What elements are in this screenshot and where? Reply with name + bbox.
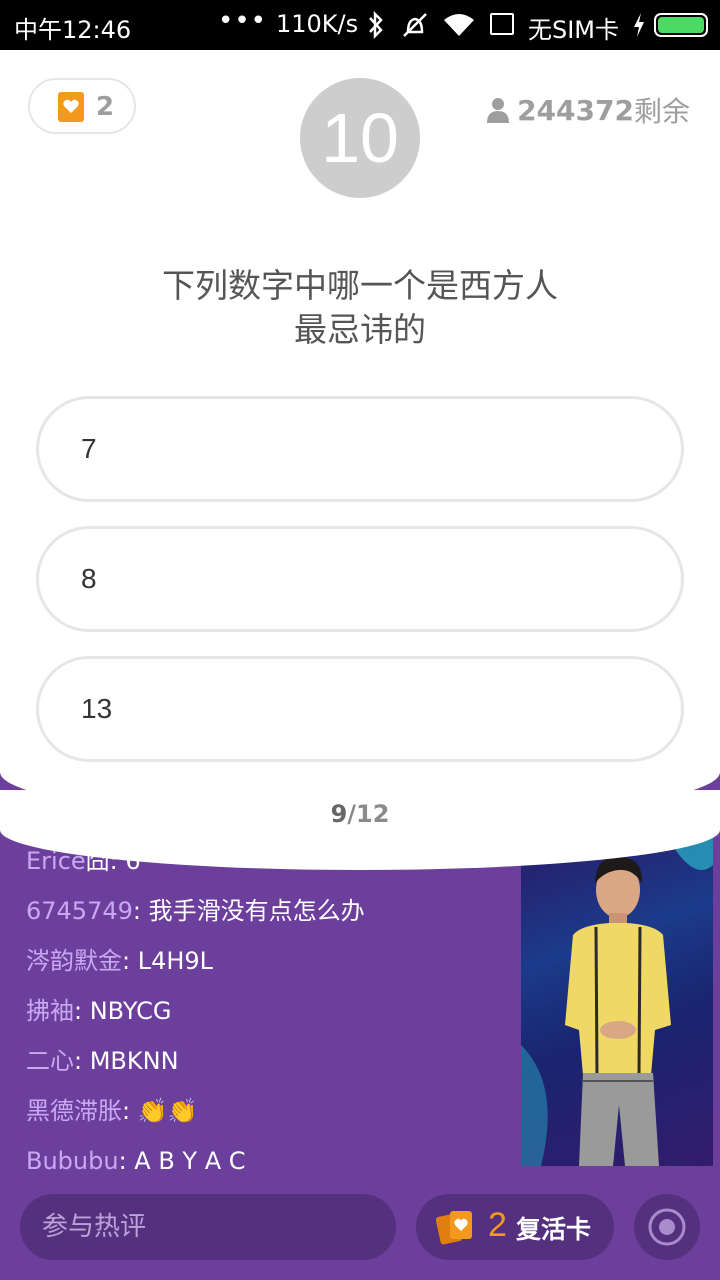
remaining-count: 244372 [517, 93, 634, 127]
bluetooth-icon [369, 10, 383, 40]
question-line-1: 下列数字中哪一个是西方人 [162, 266, 558, 305]
chat-feed: Erice囧: 6 6745749: 我手滑没有点怎么办 涔韵默金: L4H9L 拂袖… [26, 836, 506, 1186]
revive-label: 复活卡 [516, 1215, 592, 1244]
quiz-card: 2 10 244372 剩余 下列数字中哪一个是西方人 最忌讳的 7 8 13 [0, 50, 720, 820]
sim-icon [490, 13, 514, 35]
chat-username[interactable]: Bububu [26, 1147, 119, 1175]
question-progress: 9/12 [0, 800, 720, 828]
record-icon [648, 1208, 686, 1246]
countdown-timer: 10 [300, 78, 420, 198]
answer-option-3[interactable]: 13 [36, 656, 684, 762]
answer-option-2[interactable]: 8 [36, 526, 684, 632]
chat-text: : A B Y A C [118, 1147, 246, 1175]
chat-text: : 👏👏 [122, 1097, 198, 1125]
record-button[interactable] [634, 1194, 700, 1260]
remaining-players: 244372 剩余 [487, 90, 690, 130]
vibrate-mute-icon [403, 13, 427, 37]
question-text: 下列数字中哪一个是西方人 最忌讳的 [120, 264, 600, 352]
chat-message: 黑德滞胀: 👏👏 [26, 1086, 506, 1136]
host-figure [521, 825, 713, 1166]
chat-username[interactable]: 6745749 [26, 897, 133, 925]
chat-username[interactable]: 涔韵默金 [26, 947, 122, 975]
chat-message: 二心: MBKNN [26, 1036, 506, 1086]
battery-icon [654, 13, 708, 37]
chat-text: : L4H9L [122, 947, 214, 975]
revive-count: 2 [488, 1206, 507, 1244]
chat-text: : MBKNN [74, 1047, 179, 1075]
chat-username[interactable]: 黑德滞胀 [26, 1097, 122, 1125]
progress-total: /12 [347, 800, 390, 828]
revive-cards-icon [436, 1211, 472, 1245]
chat-message: 6745749: 我手滑没有点怎么办 [26, 886, 506, 936]
status-more-dots: ••• [218, 6, 268, 36]
revive-card-icon [58, 92, 84, 122]
chat-message: 涔韵默金: L4H9L [26, 936, 506, 986]
status-network-speed: 110K/s [276, 10, 359, 38]
chat-username[interactable]: 拂袖 [26, 997, 74, 1025]
charging-icon [634, 13, 644, 37]
host-video [521, 825, 713, 1166]
lives-badge[interactable]: 2 [28, 78, 136, 134]
status-time: 中午12:46 [14, 16, 132, 44]
revive-card-button[interactable]: 2 复活卡 [416, 1194, 614, 1260]
chat-message: 拂袖: NBYCG [26, 986, 506, 1036]
chat-username[interactable]: 二心 [26, 1047, 74, 1075]
person-icon [487, 98, 510, 123]
quiz-card-footer: 9/12 [0, 790, 720, 870]
answer-option-1[interactable]: 7 [36, 396, 684, 502]
remaining-label: 剩余 [633, 95, 690, 128]
status-sim-text: 无SIM卡 [528, 16, 620, 44]
question-line-2: 最忌讳的 [294, 310, 426, 349]
chat-text: : NBYCG [74, 997, 172, 1025]
wifi-icon [444, 14, 474, 36]
progress-current: 9 [330, 800, 348, 828]
comment-input[interactable]: 参与热评 [20, 1194, 396, 1260]
status-bar: 中午12:46 ••• 110K/s 无SIM卡 [0, 0, 720, 50]
chat-text: : 我手滑没有点怎么办 [132, 897, 365, 925]
lives-count: 2 [96, 92, 115, 122]
chat-message: Bububu: A B Y A C [26, 1136, 506, 1186]
